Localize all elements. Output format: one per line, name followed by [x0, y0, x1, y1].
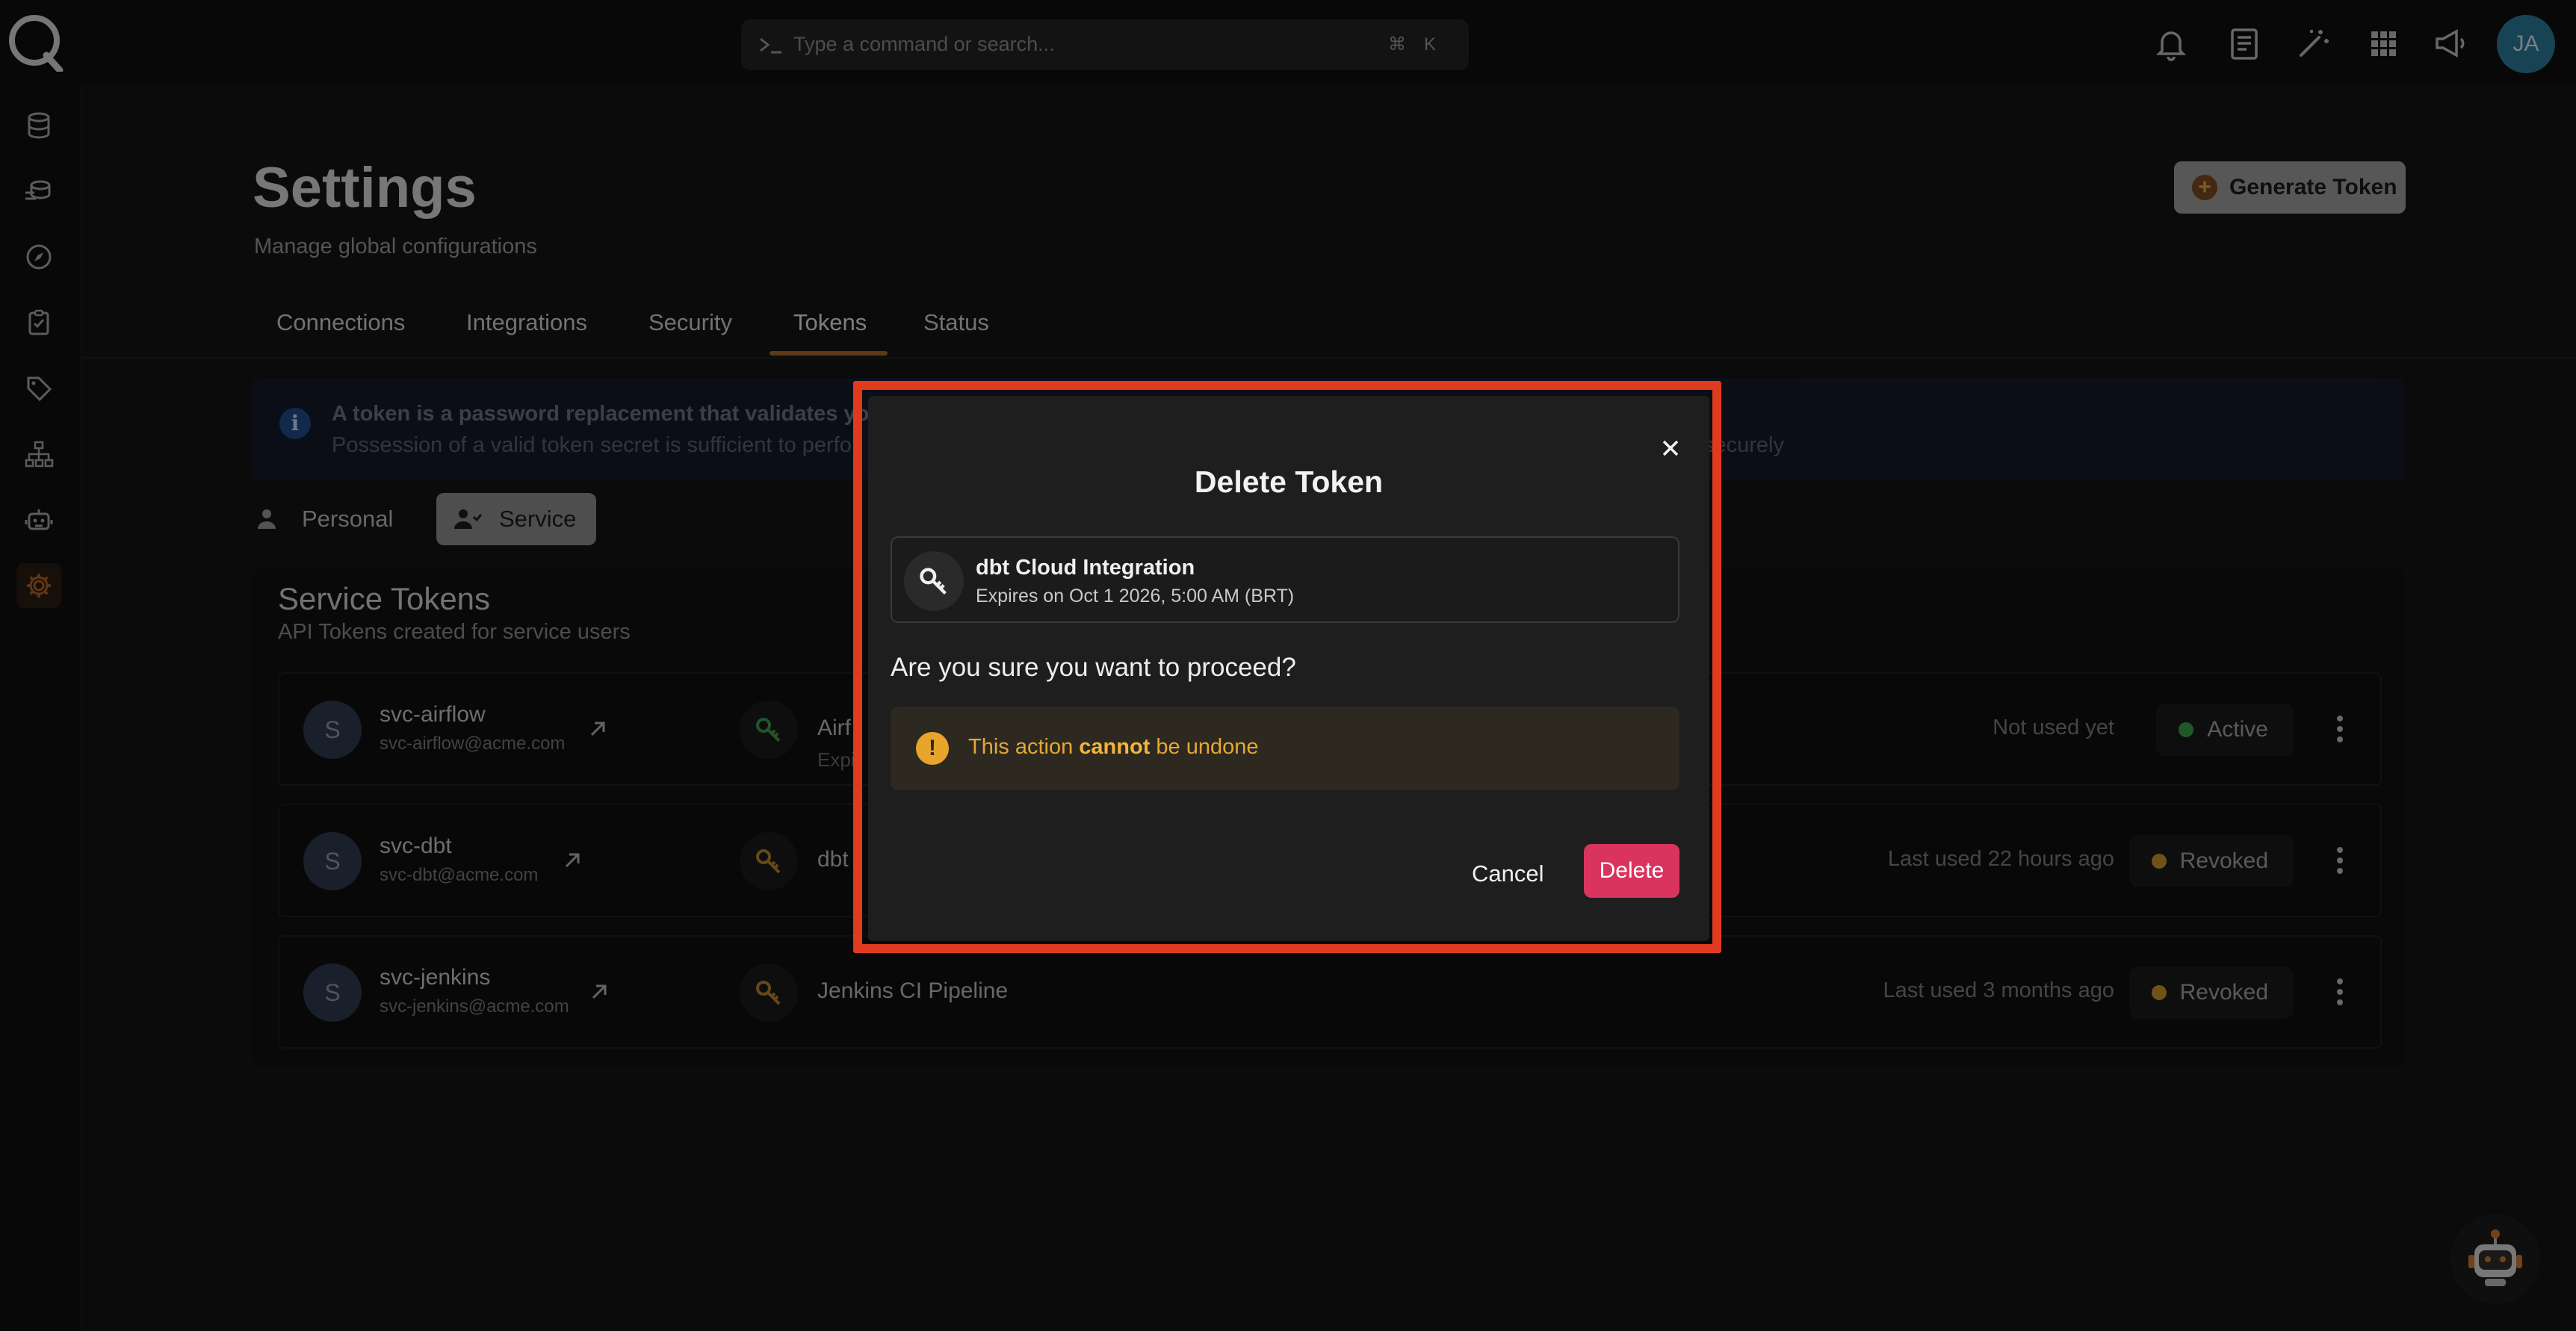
dialog-title: Delete Token	[1194, 465, 1384, 499]
token-summary-box: dbt Cloud Integration Expires on Oct 1 2…	[891, 536, 1679, 623]
warning-suffix: be undone	[1150, 735, 1259, 759]
token-expiry: Expires on Oct 1 2026, 5:00 AM (BRT)	[976, 586, 1295, 606]
key-icon	[920, 568, 947, 595]
warning-banner: ! This action cannot be undone	[891, 707, 1679, 790]
warning-prefix: This action	[968, 735, 1080, 759]
confirmation-question: Are you sure you want to proceed?	[891, 653, 1296, 682]
delete-button[interactable]: Delete	[1584, 844, 1679, 898]
token-name: dbt Cloud Integration	[976, 556, 1195, 580]
warning-emphasis: cannot	[1079, 735, 1151, 759]
cancel-button[interactable]: Cancel	[1472, 860, 1544, 887]
warning-text: This action cannot be undone	[968, 735, 1259, 760]
delete-token-dialog: Delete Token dbt Cloud Integration Expir…	[868, 396, 1709, 941]
warning-icon: !	[916, 732, 949, 765]
key-icon-circle	[904, 551, 964, 611]
close-icon[interactable]	[1656, 433, 1685, 463]
